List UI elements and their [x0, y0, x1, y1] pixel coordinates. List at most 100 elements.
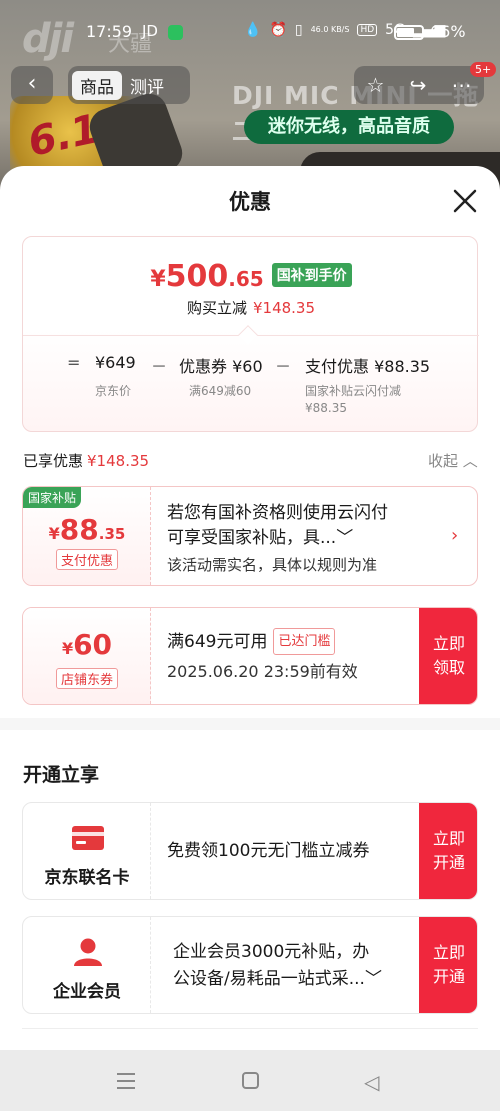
jd-price-label: 京东价 [95, 384, 132, 398]
activate-btn-line1: 立即 [432, 829, 465, 848]
divider-notch [238, 325, 258, 345]
nav-actions: ☆ ↪ ⋯ [354, 66, 484, 104]
coupon-desc-line2[interactable]: 可享受国家补贴，具...﹀ [167, 526, 388, 551]
subsidy-coupon-card[interactable]: 国家补贴 ¥88.35 支付优惠 若您有国补资格则使用云闪付 可享受国家补贴，具… [22, 486, 478, 586]
coupon-description: 若您有国补资格则使用云闪付 可享受国家补贴，具...﹀ [167, 501, 388, 551]
battery-icon [394, 25, 424, 40]
member-offer-text: 企业会员3000元补贴，办 公设备/易耗品一站式采...﹀ [173, 939, 382, 993]
coupon-desc-line1: 若您有国补资格则使用云闪付 [167, 503, 388, 523]
hd-icon: HD [357, 24, 378, 36]
coupon-threshold: 满649元可用 [167, 632, 268, 652]
tab-review[interactable]: 测评 [122, 71, 172, 100]
alarm-icon: ⏰ [269, 22, 287, 38]
section-separator [0, 718, 500, 730]
coupon-integer: 88 [59, 513, 99, 546]
coupon-expiry: 2025.06.20 23:59前有效 [167, 662, 358, 681]
jd-card-offer: 京东联名卡 免费领100元无门槛立减券 立即开通 [22, 802, 478, 900]
back-triangle-icon[interactable]: ◁ [364, 1070, 379, 1094]
threshold-reached-badge: 已达门槛 [273, 628, 336, 655]
enterprise-member-offer: 企业会员 企业会员3000元补贴，办 公设备/易耗品一站式采...﹀ 立即开通 [22, 916, 478, 1014]
message-icon [168, 25, 183, 40]
coupon-value-panel: 国家补贴 ¥88.35 支付优惠 [23, 487, 151, 585]
member-offer-line1: 企业会员3000元补贴，办 [173, 942, 370, 962]
price-breakdown-card: ¥ 500 .65 国补到手价 购买立减 ¥148.35 = ¥649 京东价 －… [22, 236, 479, 432]
enjoyed-amount: ¥148.35 [87, 452, 150, 470]
home-icon[interactable] [242, 1072, 259, 1089]
claim-coupon-button[interactable]: 立即 领取 [419, 608, 477, 704]
nav-tabs: 商品 测评 [68, 66, 190, 104]
subsidy-price-tag: 国补到手价 [271, 263, 352, 287]
status-time: 17:59 [86, 22, 133, 41]
price-currency: ¥ [150, 267, 166, 292]
system-nav-bar: ◁ [0, 1050, 500, 1111]
close-button[interactable] [448, 184, 482, 218]
discount-sheet: 优惠 ¥ 500 .65 国补到手价 购买立减 ¥148.35 = ¥649 京东… [0, 166, 500, 1050]
section-title: 开通立享 [23, 764, 100, 786]
member-offer-text: 免费领100元无门槛立减券 [167, 841, 370, 861]
chevron-right-icon[interactable]: › [451, 525, 458, 546]
price-decimal: .65 [228, 267, 264, 291]
coupon-currency: ¥ [61, 639, 74, 658]
reduce-row: 购买立减 ¥148.35 [23, 297, 479, 318]
back-button[interactable]: ‹ [11, 66, 53, 104]
claim-btn-line2: 领取 [432, 658, 465, 677]
minus-sign-1: － [151, 357, 168, 376]
divider [22, 1028, 478, 1029]
battery-percent: 66% [430, 22, 466, 41]
coupon-type-label: 支付优惠 [55, 549, 118, 570]
status-carrier: JD [142, 22, 158, 40]
coupon-discount: 优惠券 ¥60 [179, 357, 263, 376]
price-integer: 500 [165, 259, 229, 294]
coupon-value-panel: ¥60 店铺东券 [23, 608, 151, 704]
close-icon [453, 189, 477, 213]
coupon-type: 支付优惠 [23, 549, 151, 570]
network-speed: 46.0 KB/S [310, 25, 350, 34]
reduce-label: 购买立减 [186, 299, 247, 317]
payment-discount: 支付优惠 ¥88.35 [305, 357, 431, 376]
activate-btn-line1: 立即 [432, 943, 465, 962]
coupon-integer: 60 [73, 628, 113, 661]
jd-price: ¥649 [95, 353, 136, 372]
coupon-type: 店铺东券 [23, 668, 151, 689]
activate-jd-card-button[interactable]: 立即 开通 [419, 803, 477, 899]
activate-enterprise-button[interactable]: 立即 开通 [419, 917, 477, 1013]
member-label: 企业会员 [53, 982, 121, 1002]
member-offer-line2[interactable]: 公设备/易耗品一站式采...﹀ [173, 966, 382, 993]
enjoyed-label: 已享优惠 [23, 452, 84, 470]
national-subsidy-tag: 国家补贴 [23, 487, 82, 508]
reduce-amount: ¥148.35 [252, 299, 316, 317]
activate-btn-line2: 开通 [432, 853, 465, 872]
coupon-decimal: .35 [98, 525, 126, 543]
status-bar: 17:59 JD 💧 ⏰ ▯ 46.0 KB/S HD 5G ▂▄▆ 66% [0, 0, 500, 66]
collapse-button[interactable]: 收起 ︿ [428, 450, 478, 471]
recent-apps-icon[interactable] [117, 1073, 135, 1089]
activate-btn-line2: 开通 [432, 967, 465, 986]
payment-discount-label: 国家补贴云闪付减 [305, 384, 402, 398]
store-coupon-card: ¥60 店铺东券 满649元可用 已达门槛 2025.06.20 23:59前有效… [22, 607, 478, 705]
tab-product[interactable]: 商品 [72, 70, 122, 100]
share-icon[interactable]: ↪ [410, 73, 427, 97]
favorite-star-icon[interactable]: ☆ [367, 73, 385, 97]
credit-card-icon [72, 826, 104, 850]
final-price: ¥ 500 .65 国补到手价 [23, 259, 479, 294]
coupon-type-label: 店铺东券 [55, 668, 118, 689]
coupon-description: 满649元可用 已达门槛 [167, 628, 336, 657]
person-icon [74, 938, 102, 966]
coupon-discount-label: 满649减60 [189, 384, 252, 398]
member-label-panel: 京东联名卡 [23, 803, 151, 899]
coupon-amount: ¥60 [23, 628, 151, 661]
enjoyed-discount: 已享优惠 ¥148.35 [23, 450, 149, 471]
minus-sign-2: － [275, 357, 292, 376]
equals-sign: = [67, 353, 81, 372]
more-icon[interactable]: ⋯ [451, 73, 471, 97]
payment-discount-label-2: ¥88.35 [305, 401, 347, 415]
member-label-panel: 企业会员 [23, 917, 151, 1013]
product-slogan: 迷你无线，高品音质 [244, 110, 454, 144]
vibrate-icon: ▯ [294, 22, 303, 38]
coupon-currency: ¥ [48, 524, 60, 543]
message-badge: 5+ [470, 62, 497, 77]
sheet-title: 优惠 [229, 190, 271, 214]
coupon-amount: ¥88.35 [23, 513, 151, 546]
chevron-left-icon: ‹ [27, 71, 37, 96]
claim-btn-line1: 立即 [432, 634, 465, 653]
